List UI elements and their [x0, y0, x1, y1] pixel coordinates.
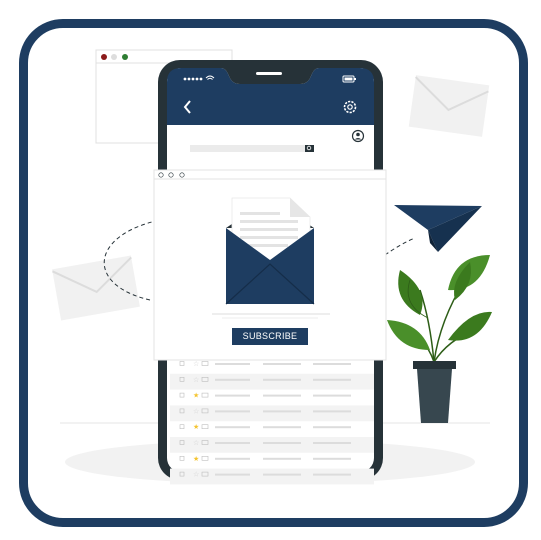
star-icon[interactable]: ☆: [193, 407, 199, 415]
star-icon[interactable]: ☆: [193, 439, 199, 447]
inbox-row[interactable]: ☆: [170, 437, 374, 453]
subscribe-button[interactable]: SUBSCRIBE: [232, 328, 308, 345]
star-icon[interactable]: ☆: [193, 471, 199, 479]
window-control-dot: [168, 172, 174, 178]
star-icon[interactable]: ☆: [193, 360, 199, 368]
star-icon[interactable]: ★: [193, 455, 199, 463]
envelope-icon: [225, 197, 315, 305]
inbox-row[interactable]: ☆: [170, 405, 374, 422]
search-icon[interactable]: [305, 145, 314, 152]
paper-plane-icon: [394, 205, 482, 252]
star-icon[interactable]: ☆: [193, 376, 199, 384]
plant-pot: [413, 361, 456, 369]
star-icon[interactable]: ★: [193, 423, 199, 431]
illustration: ☆ ☆ ★ ☆ ★ ☆ ★ ☆: [52, 49, 492, 485]
window-control-dot: [158, 172, 164, 178]
search-bar[interactable]: [190, 145, 314, 152]
user-icon[interactable]: [351, 129, 365, 143]
star-icon[interactable]: ★: [193, 392, 199, 400]
window-control-dot: [179, 172, 185, 178]
envelope-icon-background-left: [52, 255, 140, 321]
inbox-row[interactable]: ☆: [170, 468, 374, 485]
inbox-row[interactable]: ☆: [170, 373, 374, 390]
plant-icon: [387, 255, 492, 423]
envelope-icon-background-right: [408, 75, 490, 137]
